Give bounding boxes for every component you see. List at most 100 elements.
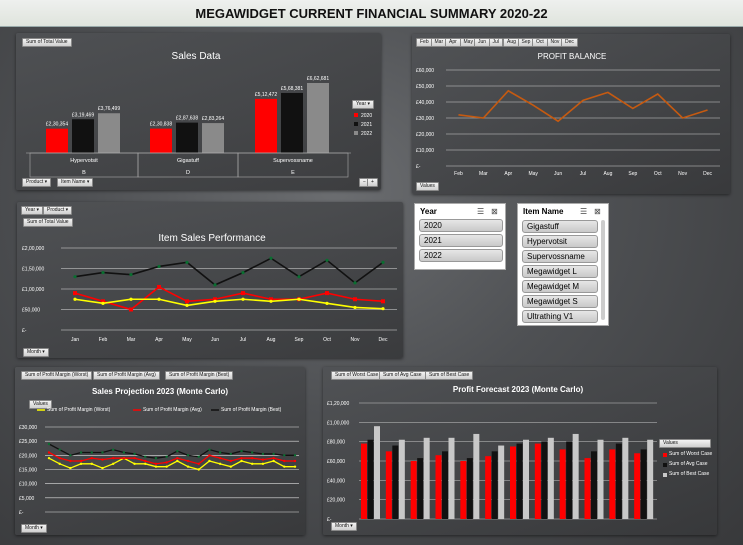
forecast-bar	[591, 451, 597, 519]
forecast-bar	[647, 439, 654, 519]
projection-marker	[283, 459, 286, 463]
forecast-bar	[640, 449, 647, 519]
item-sales-x-tick: Oct	[323, 337, 331, 343]
forecast-bar	[615, 443, 622, 519]
sales-group-label: D	[186, 170, 190, 176]
item-sales-marker	[353, 297, 357, 302]
sales-category-label: Gigastuff	[177, 158, 199, 164]
sales-data-label: £3,76,499	[98, 106, 120, 112]
forecast-bar	[572, 433, 579, 519]
profit-balance-y-tick: £20,000	[416, 132, 434, 138]
projection-marker	[90, 451, 93, 454]
item-slicer-item[interactable]: Gigastuff	[522, 220, 598, 233]
year-slicer-item[interactable]: 2020	[419, 219, 503, 232]
projection-y-tick: £25,000	[19, 439, 37, 445]
projection-marker	[251, 462, 254, 466]
projection-marker	[101, 458, 104, 461]
forecast-bar	[609, 449, 616, 519]
profit-balance-x-tick: Nov	[678, 171, 687, 177]
projection-marker	[261, 452, 265, 456]
forecast-y-tick: £20,000	[327, 498, 345, 504]
projection-marker	[176, 456, 179, 460]
projection-marker	[293, 459, 297, 463]
year-slicer-item[interactable]: 2022	[419, 249, 503, 262]
forecast-bar	[559, 449, 566, 519]
item-sales-x-tick: Feb	[99, 337, 108, 343]
sales-category-label: Supervossname	[273, 158, 313, 164]
item-slicer-item[interactable]: Megawidget M	[522, 280, 598, 293]
item-sales-y-tick: £2,00,000	[22, 246, 44, 252]
sales-bar	[255, 98, 277, 153]
projection-marker	[58, 462, 61, 466]
projection-marker	[218, 451, 222, 454]
item-slicer-item[interactable]: Supervossname	[522, 250, 598, 263]
item-sales-marker	[73, 291, 77, 296]
item-sales-y-tick: £1,00,000	[22, 287, 44, 293]
clear-filter-icon[interactable]: ⊠	[594, 207, 601, 216]
sales-bar	[46, 128, 68, 153]
projection-marker	[197, 455, 200, 458]
year-slicer-item[interactable]: 2021	[419, 234, 503, 247]
item-sales-x-tick: Jan	[71, 337, 79, 343]
item-slicer-item[interactable]: Megawidget S	[522, 295, 598, 308]
projection-marker	[283, 454, 286, 457]
projection-marker	[154, 456, 158, 460]
item-slicer-item[interactable]: Hypervotsit	[522, 235, 598, 248]
forecast-bar	[566, 441, 573, 519]
clear-filter-icon[interactable]: ⊠	[491, 207, 498, 216]
item-sales-x-tick: Dec	[379, 337, 388, 343]
item-slicer-item[interactable]: Ultrathing V1	[522, 310, 598, 323]
sales-group-label: E	[291, 170, 295, 176]
projection-marker	[154, 462, 158, 466]
profit-forecast-bar-chart: £- £20,000 £40,000 £60,000 £80,000 £1,00,000 £…	[327, 401, 667, 523]
projection-marker	[133, 462, 136, 466]
forecast-bar	[491, 451, 498, 519]
sales-data-label: £6,62,681	[307, 76, 329, 82]
sales-data-label: £5,68,381	[281, 86, 303, 92]
multi-select-icon[interactable]: ☰	[580, 207, 587, 216]
projection-marker	[283, 465, 286, 468]
profit-balance-x-tick: Sep	[628, 171, 637, 177]
item-sales-panel: Year ▾ Product ▾ Sum of Total Value Item…	[17, 202, 403, 358]
slicer-scrollbar[interactable]	[601, 220, 605, 320]
item-sales-line	[74, 286, 384, 311]
forecast-bar	[410, 461, 417, 519]
sales-data-label: £2,30,354	[46, 122, 68, 128]
projection-marker	[47, 442, 51, 446]
item-sales-marker	[185, 260, 189, 264]
profit-balance-y-tick: £-	[416, 164, 421, 170]
item-sales-line-chart: £- £50,000 £1,00,000 £1,50,000 £2,00,000 Jan F…	[22, 246, 397, 343]
projection-marker	[79, 462, 83, 466]
item-sales-marker	[381, 307, 385, 311]
projection-marker	[208, 459, 211, 463]
item-sales-marker	[129, 297, 133, 301]
projection-marker	[240, 459, 243, 463]
item-sales-marker	[241, 291, 245, 296]
forecast-bar	[448, 437, 455, 519]
item-sales-marker	[297, 297, 301, 301]
projection-marker	[47, 456, 51, 460]
forecast-bar	[442, 451, 448, 519]
projection-marker	[111, 448, 115, 451]
profit-balance-y-tick: £40,000	[416, 100, 434, 106]
forecast-y-tick: £40,000	[327, 478, 345, 484]
forecast-y-tick: £1,20,000	[327, 401, 349, 407]
item-slicer-item[interactable]: Megawidget L	[522, 265, 598, 278]
item-slicer-item[interactable]: Ultrathing V2	[522, 325, 598, 326]
projection-marker	[122, 451, 126, 454]
projection-marker	[293, 454, 297, 457]
projection-line	[48, 443, 295, 459]
item-sales-marker	[101, 271, 105, 275]
sales-legend-label: 2021	[361, 122, 372, 128]
item-sales-marker	[185, 303, 189, 307]
forecast-bar	[597, 439, 604, 519]
projection-marker	[101, 451, 104, 454]
profit-balance-x-tick: Jun	[554, 171, 562, 177]
sales-category-label: Hypervotsit	[70, 158, 98, 164]
sales-bar	[281, 92, 303, 153]
profit-forecast-panel: Sum of Worst Case Sum of Avg Case Sum of…	[323, 367, 717, 535]
item-sales-x-tick: Jun	[211, 337, 219, 343]
projection-marker	[133, 452, 136, 456]
multi-select-icon[interactable]: ☰	[477, 207, 484, 216]
item-sales-marker	[157, 264, 161, 269]
